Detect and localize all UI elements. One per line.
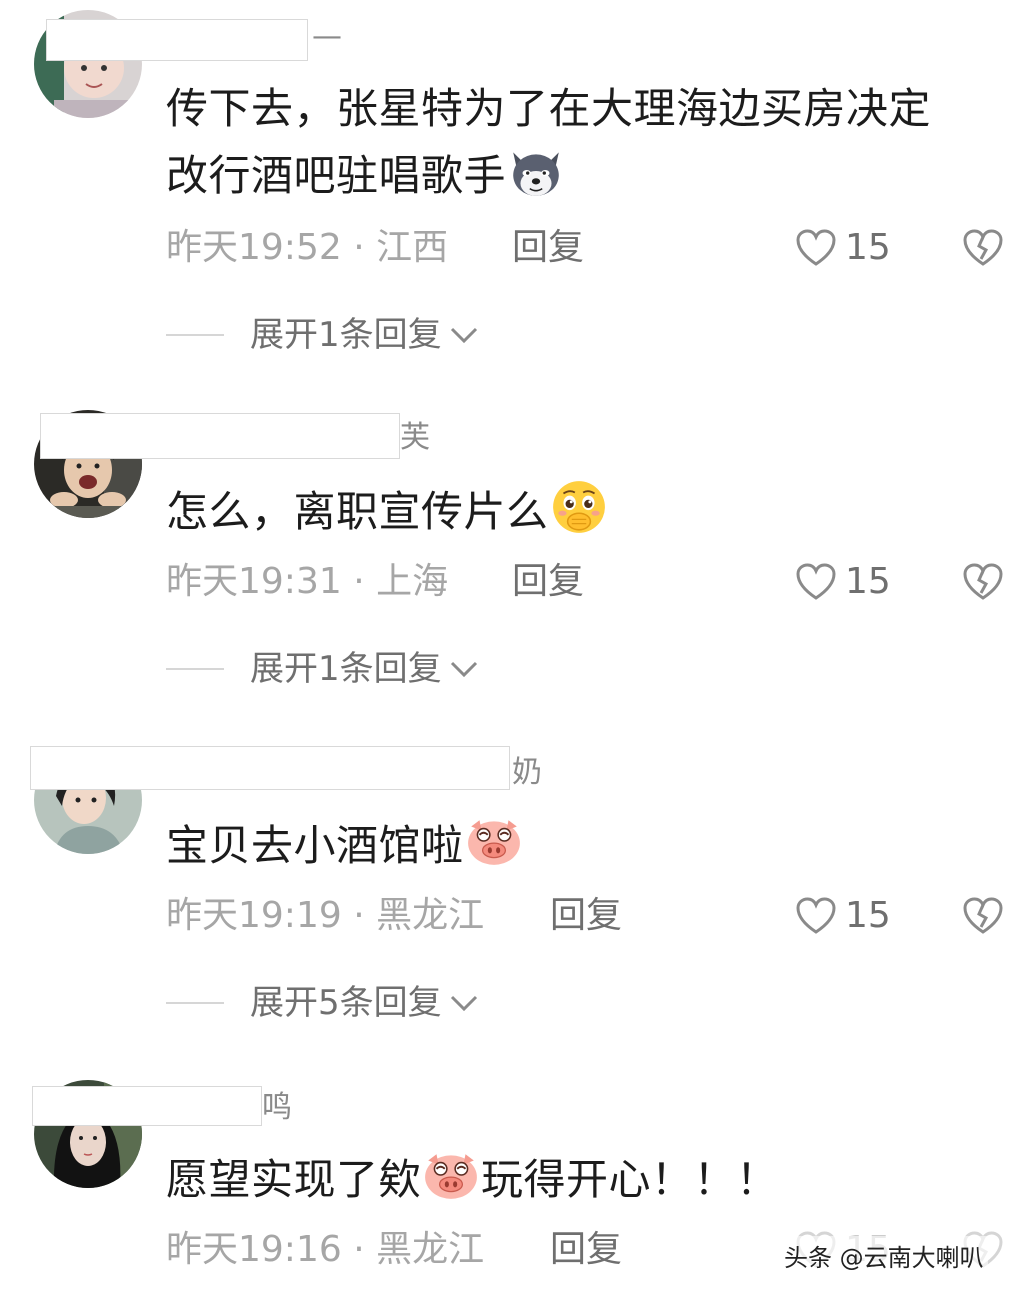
comment-location: 江西	[376, 227, 449, 268]
comment-meta: 昨天19:19 · 黑龙江	[166, 896, 484, 936]
pig-face-emoji	[467, 820, 520, 865]
comment-text-segment: 改行酒吧驻唱歌手	[166, 151, 507, 200]
comment-text-line: 传下去，张星特为了在大理海边买房决定	[166, 84, 932, 133]
chevron-down-icon	[450, 995, 477, 1012]
username-redacted	[46, 19, 308, 61]
like-button[interactable]: 15	[795, 228, 891, 268]
comment-text: 怎么，离职宣传片么	[166, 478, 609, 545]
username-tail: —	[312, 19, 342, 54]
like-count: 15	[845, 227, 891, 268]
comment-meta: 昨天19:16 · 黑龙江	[166, 1230, 484, 1270]
expand-divider	[166, 668, 224, 670]
username-redacted	[40, 413, 400, 459]
comment-list: — 传下去，张星特为了在大理海边买房决定 改行酒吧驻唱歌手 昨天19:52 · …	[0, 0, 1017, 1295]
meta-separator: ·	[353, 227, 365, 268]
username-tail: 奶	[512, 755, 542, 790]
comment-meta: 昨天19:31 · 上海	[166, 562, 448, 602]
like-count: 15	[845, 561, 891, 602]
expand-replies-label: 展开1条回复	[250, 315, 442, 355]
expand-replies-label: 展开1条回复	[250, 649, 442, 689]
reply-button[interactable]: 回复	[512, 228, 584, 268]
comment-location: 上海	[376, 561, 449, 602]
like-count: 15	[845, 895, 891, 936]
watermark: 头条 @云南大喇叭	[780, 1236, 988, 1275]
broken-heart-icon[interactable]	[962, 228, 1004, 268]
expand-replies-button[interactable]: 展开5条回复	[166, 983, 480, 1023]
comment-time: 昨天19:16	[166, 1229, 342, 1270]
pig-face-emoji	[425, 1154, 477, 1199]
reply-button[interactable]: 回复	[512, 562, 584, 602]
heart-outline-icon	[796, 897, 836, 934]
username-redacted	[32, 1086, 262, 1126]
husky-dog-emoji	[513, 152, 559, 196]
expand-replies-button[interactable]: 展开1条回复	[166, 315, 480, 355]
chevron-down-icon	[450, 327, 477, 344]
comment-text-segment: 宝贝去小酒馆啦	[166, 821, 464, 870]
broken-heart-icon[interactable]	[962, 896, 1004, 936]
comment-time: 昨天19:52	[166, 227, 342, 268]
username-tail: 鸣	[262, 1090, 292, 1125]
blushing-face-emoji	[552, 481, 605, 533]
reply-button[interactable]: 回复	[550, 896, 622, 936]
username-redacted	[30, 746, 510, 790]
comment-time: 昨天19:19	[166, 895, 342, 936]
expand-divider	[166, 1002, 224, 1004]
comment-time: 昨天19:31	[166, 561, 342, 602]
reply-button[interactable]: 回复	[550, 1230, 622, 1270]
comment-meta: 昨天19:52 · 江西	[166, 228, 448, 268]
username-tail: 芙	[400, 420, 430, 455]
chevron-down-icon	[450, 661, 477, 678]
like-button[interactable]: 15	[795, 896, 891, 936]
comment-text: 愿望实现了欸 玩得开心！！！	[166, 1146, 779, 1213]
comment-text-segment: 愿望实现了欸	[166, 1155, 422, 1204]
comment-text: 宝贝去小酒馆啦	[166, 812, 524, 879]
expand-replies-label: 展开5条回复	[250, 983, 442, 1023]
meta-separator: ·	[353, 1229, 365, 1270]
expand-replies-button[interactable]: 展开1条回复	[166, 649, 480, 689]
comment-text-segment: 怎么，离职宣传片么	[166, 487, 549, 536]
comment-text: 传下去，张星特为了在大理海边买房决定 改行酒吧驻唱歌手	[166, 76, 931, 209]
heart-outline-icon	[796, 229, 836, 266]
expand-divider	[166, 334, 224, 336]
meta-separator: ·	[353, 895, 365, 936]
comment-text-line: 改行酒吧驻唱歌手	[166, 142, 931, 209]
comment-location: 黑龙江	[376, 895, 485, 936]
heart-outline-icon	[796, 563, 836, 600]
like-button[interactable]: 15	[795, 562, 891, 602]
broken-heart-icon[interactable]	[962, 562, 1004, 602]
comment-text-segment: 玩得开心！！！	[481, 1155, 779, 1204]
meta-separator: ·	[353, 561, 365, 602]
comment-location: 黑龙江	[376, 1229, 485, 1270]
